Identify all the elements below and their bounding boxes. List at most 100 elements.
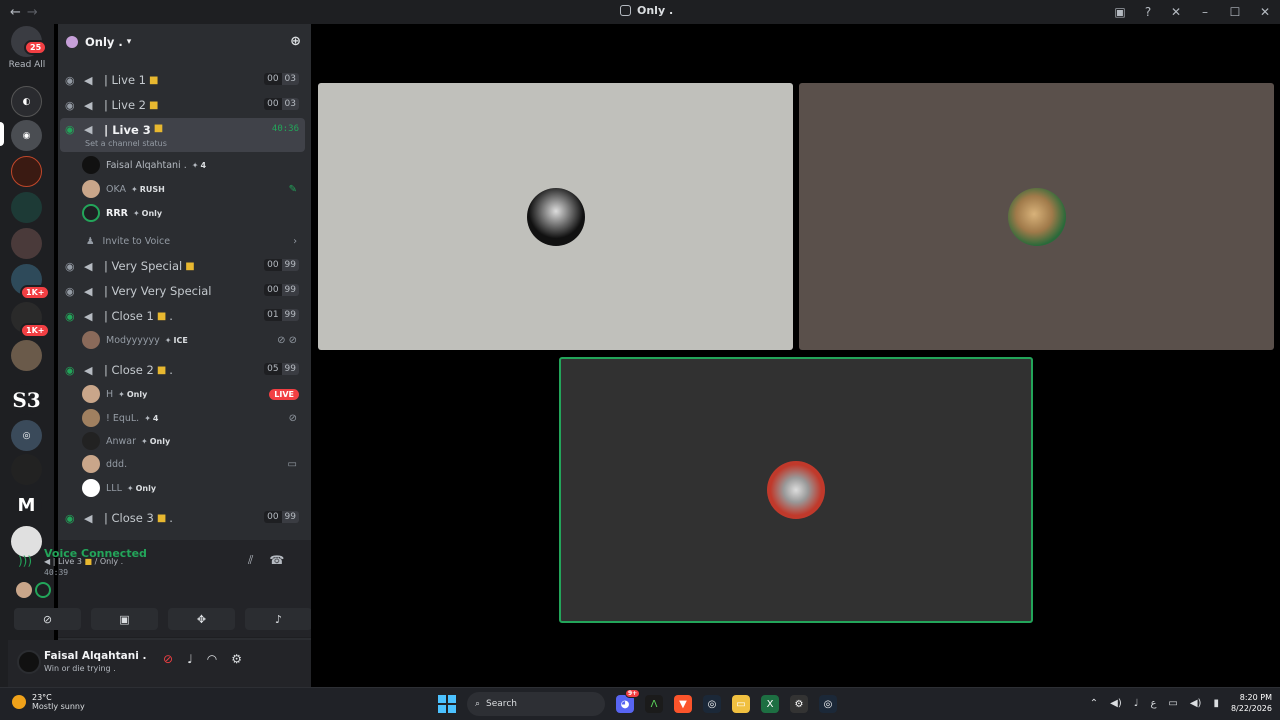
channel-live-2[interactable]: ◉ ◀ | Live 2 ■ 00 03 [60, 93, 305, 117]
clock[interactable]: 8:20 PM 8/22/2026 [1231, 692, 1272, 714]
server-icon-12[interactable]: M [11, 490, 42, 521]
folder-icon[interactable]: ▭ [732, 695, 750, 713]
voice-user[interactable]: Faisal Alqahtani . 4 [82, 154, 305, 176]
stream-off-icon[interactable]: ⊘ [163, 652, 173, 666]
windows-start-icon[interactable] [438, 695, 456, 713]
stream-icon: ▭ [287, 458, 297, 470]
voice-user[interactable]: Anwar Only [82, 430, 305, 452]
speaker-icon[interactable]: ◀) [1190, 698, 1202, 709]
speaker-icon: ◀ [84, 511, 93, 525]
voice-channel-info[interactable]: ◀ | Live 3 ■ / Only . [44, 557, 123, 566]
guild-header[interactable]: Only . ▾ ⊕ [58, 24, 311, 60]
network-icon[interactable]: ▭ [1168, 698, 1177, 709]
microphone-icon[interactable]: ♩ [1134, 698, 1139, 709]
server-icon-only[interactable]: ◉ [11, 120, 42, 151]
maximize-button[interactable]: ☐ [1220, 0, 1250, 24]
voice-user[interactable]: ddd. ▭ [82, 453, 305, 475]
minimize-button[interactable]: – [1190, 0, 1220, 24]
voice-user[interactable]: Modyyyyyy ICE ⊘ ⊘ [82, 329, 305, 351]
user-tag: ICE [165, 336, 187, 345]
selected-server-indicator [0, 122, 4, 146]
weather-widget[interactable]: 23°C Mostly sunny [12, 693, 85, 711]
channel-name: | Live 1 [104, 73, 146, 87]
user-name: H [106, 388, 114, 400]
search-box[interactable]: ⌕ Search [467, 692, 605, 716]
steam-icon[interactable]: ◎ [703, 695, 721, 713]
gear-icon[interactable]: ⚙ [231, 652, 242, 666]
excel-icon[interactable]: X [761, 695, 779, 713]
server-icon-s3[interactable]: S3 [11, 384, 42, 415]
tools-icon[interactable]: ✕ [1162, 0, 1190, 24]
signal-icon[interactable]: ))) [18, 554, 32, 568]
title-bar: ← → Only . ▣ ? ✕ – ☐ ✕ [0, 0, 1280, 24]
keyboard-layout-icon[interactable]: ع [1150, 698, 1156, 709]
server-icon-11[interactable] [11, 454, 42, 485]
channel-suffix: . [169, 363, 173, 377]
steam-icon-2[interactable]: ◎ [819, 695, 837, 713]
participant-tile[interactable] [799, 83, 1274, 350]
avatar[interactable] [17, 650, 41, 674]
channel-close-2[interactable]: ◉ ◀ | Close 2 ■ . 05 99 [60, 358, 305, 382]
user-count-max: 99 [281, 309, 299, 321]
read-all-link[interactable]: Read All [0, 60, 54, 70]
channel-name: | Close 1 [104, 309, 154, 323]
sun-icon [12, 695, 26, 709]
app-icon-2[interactable]: ⚙ [790, 695, 808, 713]
user-panel: Faisal Alqahtani . Win or die trying . ⊘… [8, 640, 311, 687]
share-screen-button[interactable]: ▣ [91, 608, 158, 630]
voice-user[interactable]: H Only LIVE [82, 383, 305, 405]
server-icon-8[interactable] [11, 340, 42, 371]
battery-icon[interactable]: ▮ [1213, 698, 1219, 709]
user-count: 00 99 [264, 284, 299, 296]
voice-user[interactable]: OKA RUSH ✎ [82, 178, 305, 200]
participant-tile[interactable] [318, 83, 793, 350]
server-icon-13[interactable] [11, 526, 42, 557]
channel-name: | Very Special [104, 259, 183, 273]
user-count-max: 99 [281, 284, 299, 296]
channel-very-very-special[interactable]: ◉ ◀ | Very Very Special 00 99 [60, 279, 305, 303]
user-count-max: 03 [281, 73, 299, 85]
close-button[interactable]: ✕ [1250, 0, 1280, 24]
activities-button[interactable]: ✥ [168, 608, 235, 630]
soundboard-button[interactable]: ♪ [245, 608, 312, 630]
channel-live-3[interactable]: ◉ ◀ | Live 3 ■ 40:36 Set a channel statu… [60, 118, 305, 152]
discord-icon[interactable]: ◕ 9+ [616, 689, 641, 713]
voice-user[interactable]: RRR Only [82, 202, 305, 224]
channel-close-1[interactable]: ◉ ◀ | Close 1 ■ . 01 99 [60, 304, 305, 328]
lock-icon: ■ [156, 364, 167, 376]
back-arrow-icon[interactable]: ← [10, 5, 21, 20]
voice-user[interactable]: ! EquL. 4 ⊘ [82, 407, 305, 429]
user-tag: 4 [192, 161, 206, 170]
speaking-participant-tile[interactable] [559, 357, 1033, 623]
server-icon-1[interactable]: ◐ [11, 86, 42, 117]
voice-user[interactable]: LLL Only [82, 477, 305, 499]
microphone-icon[interactable]: ♩ [187, 652, 193, 666]
help-icon[interactable]: ? [1134, 0, 1162, 24]
voice-stage [311, 24, 1280, 687]
inbox-icon[interactable]: ▣ [1106, 0, 1134, 24]
server-icon-4[interactable] [11, 192, 42, 223]
noise-suppression-icon[interactable]: ⫽ [248, 553, 253, 568]
server-icon-5[interactable] [11, 228, 42, 259]
user-count-max: 03 [281, 98, 299, 110]
chevron-up-icon[interactable]: ⌃ [1090, 698, 1098, 709]
live-badge[interactable]: LIVE [269, 388, 299, 400]
disconnect-icon[interactable]: ☎ [269, 553, 284, 568]
invite-to-voice[interactable]: ♟ Invite to Voice › [86, 230, 305, 252]
headphones-icon[interactable]: ◠ [207, 652, 217, 666]
channel-live-1[interactable]: ◉ ◀ | Live 1 ■ 00 03 [60, 68, 305, 92]
camera-off-button[interactable]: ⊘ [14, 608, 81, 630]
server-icon-3[interactable] [11, 156, 42, 187]
forward-arrow-icon[interactable]: → [27, 5, 38, 20]
volume-icon[interactable]: ◀) [1110, 698, 1122, 709]
user-count: 00 99 [264, 259, 299, 271]
mention-badge-1: 1K+ [20, 285, 51, 300]
add-user-icon[interactable]: ⊕ [290, 34, 301, 49]
channel-close-3[interactable]: ◉ ◀ | Close 3 ■ . 00 99 [60, 506, 305, 530]
app-icon[interactable]: Λ [645, 695, 663, 713]
brave-icon[interactable]: ▼ [674, 695, 692, 713]
channel-status[interactable]: Set a channel status [85, 139, 167, 148]
channel-very-special[interactable]: ◉ ◀ | Very Special ■ 00 99 [60, 254, 305, 278]
server-icon-10[interactable]: ◎ [11, 420, 42, 451]
user-tag: Only [118, 390, 147, 399]
